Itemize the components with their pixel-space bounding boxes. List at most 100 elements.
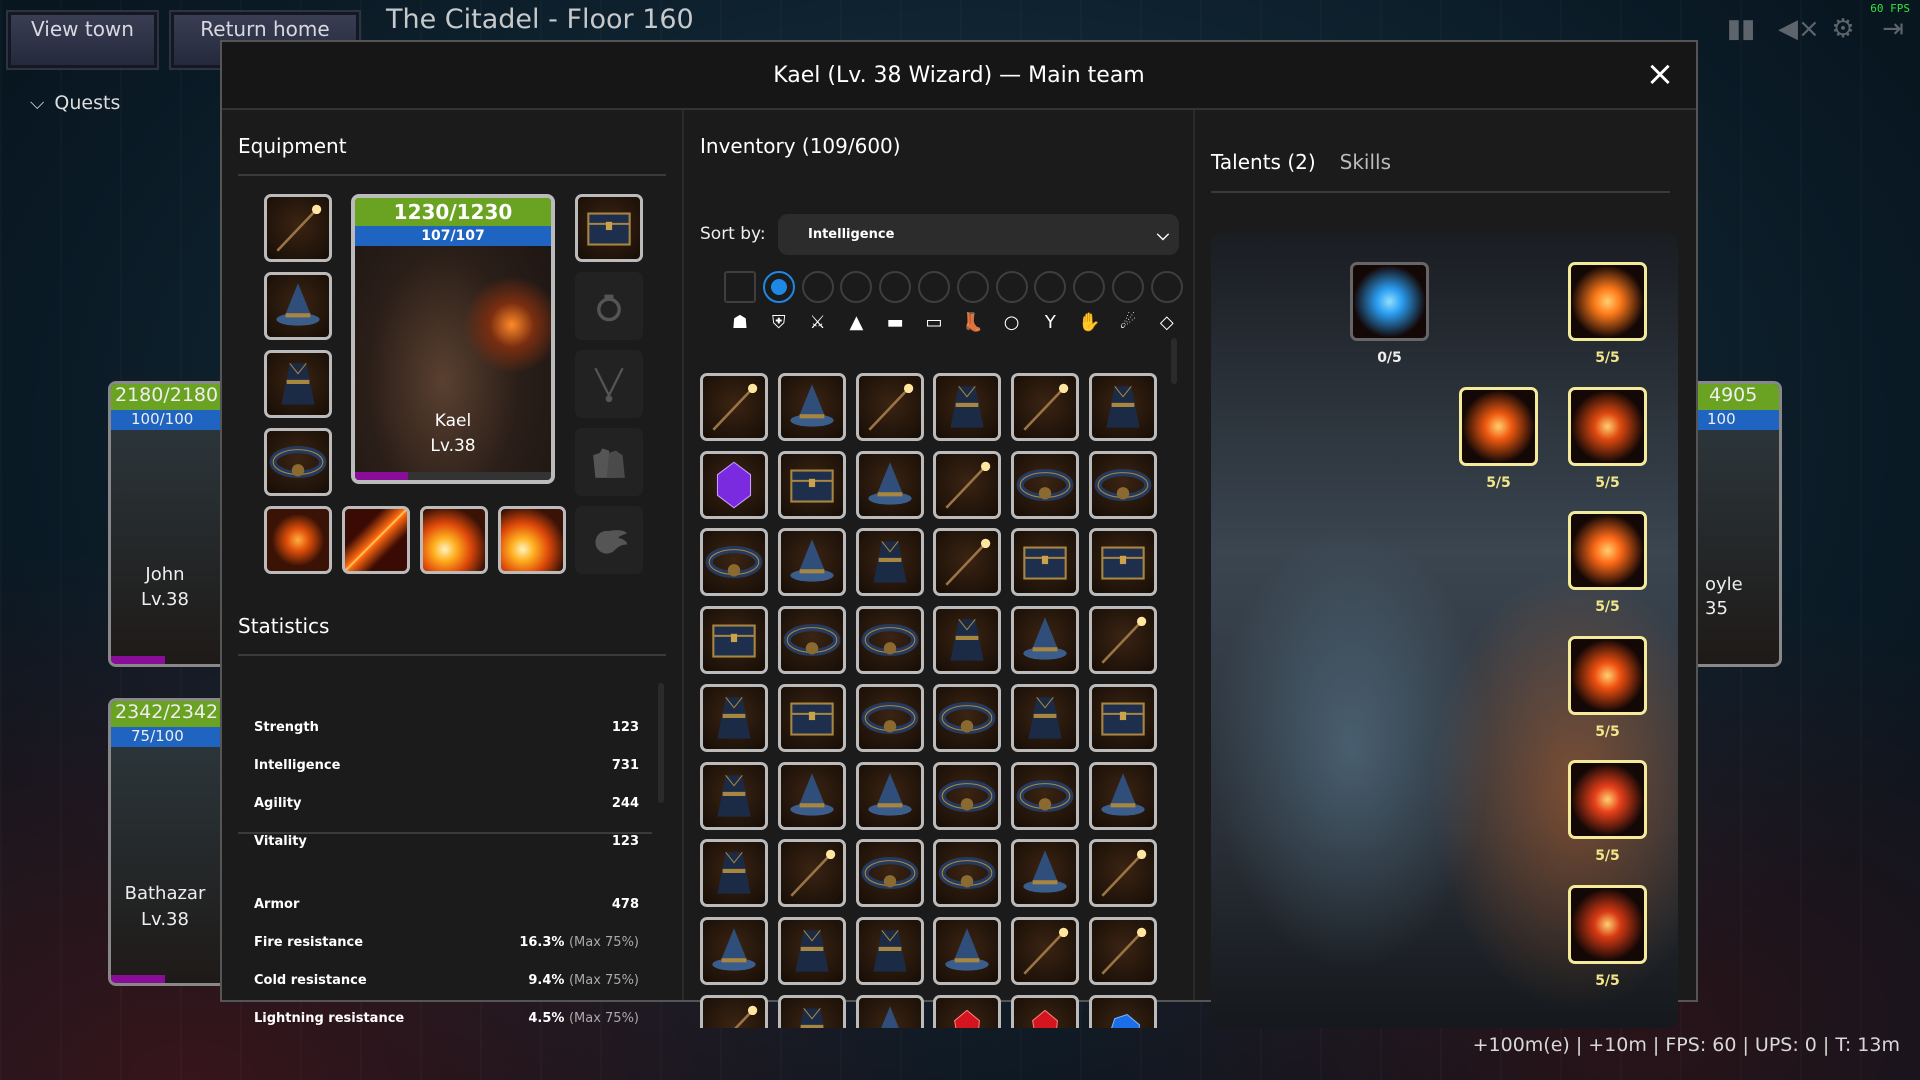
filter-radio-3[interactable] — [840, 271, 872, 303]
inventory-item[interactable] — [856, 839, 924, 907]
inventory-item[interactable] — [933, 917, 1001, 985]
inventory-item[interactable] — [1011, 373, 1079, 441]
inventory-item[interactable] — [1011, 839, 1079, 907]
tab-talents[interactable]: Talents (2) — [1211, 150, 1316, 174]
inventory-item[interactable] — [1089, 373, 1157, 441]
inventory-item[interactable] — [700, 917, 768, 985]
inventory-item[interactable] — [700, 373, 768, 441]
belt-icon[interactable]: ▭ — [921, 310, 947, 336]
inventory-item[interactable] — [1089, 528, 1157, 596]
talent-node[interactable] — [1459, 387, 1538, 466]
inventory-item[interactable] — [778, 606, 846, 674]
hat-icon[interactable]: ▲ — [843, 310, 869, 336]
inventory-item[interactable] — [778, 762, 846, 830]
filter-radio-4[interactable] — [879, 271, 911, 303]
equip-slot-hat[interactable] — [264, 272, 332, 340]
inventory-item[interactable] — [778, 373, 846, 441]
filter-radio-9[interactable] — [1073, 271, 1105, 303]
quests-toggle[interactable]: ⌵Quests — [30, 92, 120, 114]
inventory-item[interactable] — [778, 917, 846, 985]
inventory-item[interactable] — [778, 684, 846, 752]
talent-node[interactable] — [1568, 636, 1647, 715]
inventory-item[interactable] — [1089, 762, 1157, 830]
inventory-item[interactable] — [1089, 606, 1157, 674]
inventory-item[interactable] — [856, 528, 924, 596]
inventory-item[interactable] — [700, 451, 768, 519]
gem-icon[interactable]: ◇ — [1154, 310, 1180, 336]
inventory-item[interactable] — [1011, 917, 1079, 985]
fire-icon[interactable]: ☄ — [1115, 310, 1141, 336]
inventory-item[interactable] — [933, 684, 1001, 752]
armor-icon[interactable]: ▬ — [882, 310, 908, 336]
boots-icon[interactable]: 👢 — [960, 310, 986, 336]
inventory-item[interactable] — [856, 373, 924, 441]
inventory-item[interactable] — [856, 606, 924, 674]
filter-radio-1[interactable] — [763, 271, 795, 303]
inventory-item[interactable] — [778, 839, 846, 907]
character-icon[interactable]: ☗ — [727, 310, 753, 336]
weapon-shield-icon[interactable]: ⛨ — [766, 310, 792, 336]
skill-slot-fireball[interactable] — [420, 506, 488, 574]
inventory-item[interactable] — [1089, 995, 1157, 1028]
inventory-item[interactable] — [1089, 684, 1157, 752]
inventory-item[interactable] — [778, 528, 846, 596]
view-town-button[interactable]: View town — [6, 10, 159, 70]
skill-slot-target[interactable] — [264, 506, 332, 574]
inventory-item[interactable] — [1089, 451, 1157, 519]
filter-radio-11[interactable] — [1151, 271, 1183, 303]
inventory-item[interactable] — [856, 684, 924, 752]
inventory-item[interactable] — [856, 451, 924, 519]
close-icon[interactable]: × — [1642, 56, 1678, 92]
skill-slot-slash[interactable] — [342, 506, 410, 574]
gear-icon[interactable]: ⚙ — [1828, 14, 1858, 44]
amulet-icon[interactable]: Y — [1037, 310, 1063, 336]
tab-skills[interactable]: Skills — [1340, 150, 1391, 174]
inventory-item[interactable] — [700, 684, 768, 752]
inventory-item[interactable] — [933, 839, 1001, 907]
inventory-item[interactable] — [933, 528, 1001, 596]
equip-slot-chest[interactable] — [575, 194, 643, 262]
talent-node[interactable] — [1568, 760, 1647, 839]
talent-node[interactable] — [1568, 885, 1647, 964]
gloves-icon[interactable]: ✋ — [1076, 310, 1102, 336]
inventory-item[interactable] — [1089, 917, 1157, 985]
inventory-item[interactable] — [856, 917, 924, 985]
sort-dropdown[interactable]: Intelligence⌵ — [778, 214, 1179, 255]
inventory-item[interactable] — [1089, 839, 1157, 907]
inventory-item[interactable] — [1011, 528, 1079, 596]
inventory-item[interactable] — [778, 995, 846, 1028]
filter-radio-10[interactable] — [1112, 271, 1144, 303]
filter-radio-7[interactable] — [996, 271, 1028, 303]
exit-icon[interactable]: ⇥ — [1878, 14, 1908, 44]
filter-radio-2[interactable] — [802, 271, 834, 303]
inventory-item[interactable] — [700, 606, 768, 674]
inventory-item[interactable] — [1011, 451, 1079, 519]
inventory-item[interactable] — [700, 762, 768, 830]
filter-radio-6[interactable] — [957, 271, 989, 303]
equip-slot-amulet[interactable] — [575, 350, 643, 418]
skill-slot-fireball[interactable] — [498, 506, 566, 574]
inventory-item[interactable] — [933, 995, 1001, 1028]
inventory-item[interactable] — [778, 451, 846, 519]
inventory-item[interactable] — [700, 528, 768, 596]
ring-icon[interactable]: ○ — [999, 310, 1025, 336]
stats-scrollbar[interactable] — [658, 683, 664, 803]
inventory-item[interactable] — [700, 839, 768, 907]
equip-slot-gloves[interactable] — [575, 428, 643, 496]
filter-radio-8[interactable] — [1034, 271, 1066, 303]
inventory-item[interactable] — [933, 451, 1001, 519]
sword-icon[interactable]: ⚔ — [805, 310, 831, 336]
inventory-item[interactable] — [933, 762, 1001, 830]
inventory-item[interactable] — [1011, 684, 1079, 752]
mute-icon[interactable]: ◀× — [1778, 14, 1808, 44]
filter-radio-0[interactable] — [724, 271, 756, 303]
book-icon[interactable]: ▮▮ — [1726, 14, 1756, 44]
filter-radio-5[interactable] — [918, 271, 950, 303]
equip-slot-belt[interactable] — [264, 428, 332, 496]
equip-slot-staff[interactable] — [264, 194, 332, 262]
talent-node[interactable] — [1350, 262, 1429, 341]
inventory-item[interactable] — [933, 606, 1001, 674]
talent-node[interactable] — [1568, 387, 1647, 466]
inventory-item[interactable] — [700, 995, 768, 1028]
inventory-item[interactable] — [856, 995, 924, 1028]
